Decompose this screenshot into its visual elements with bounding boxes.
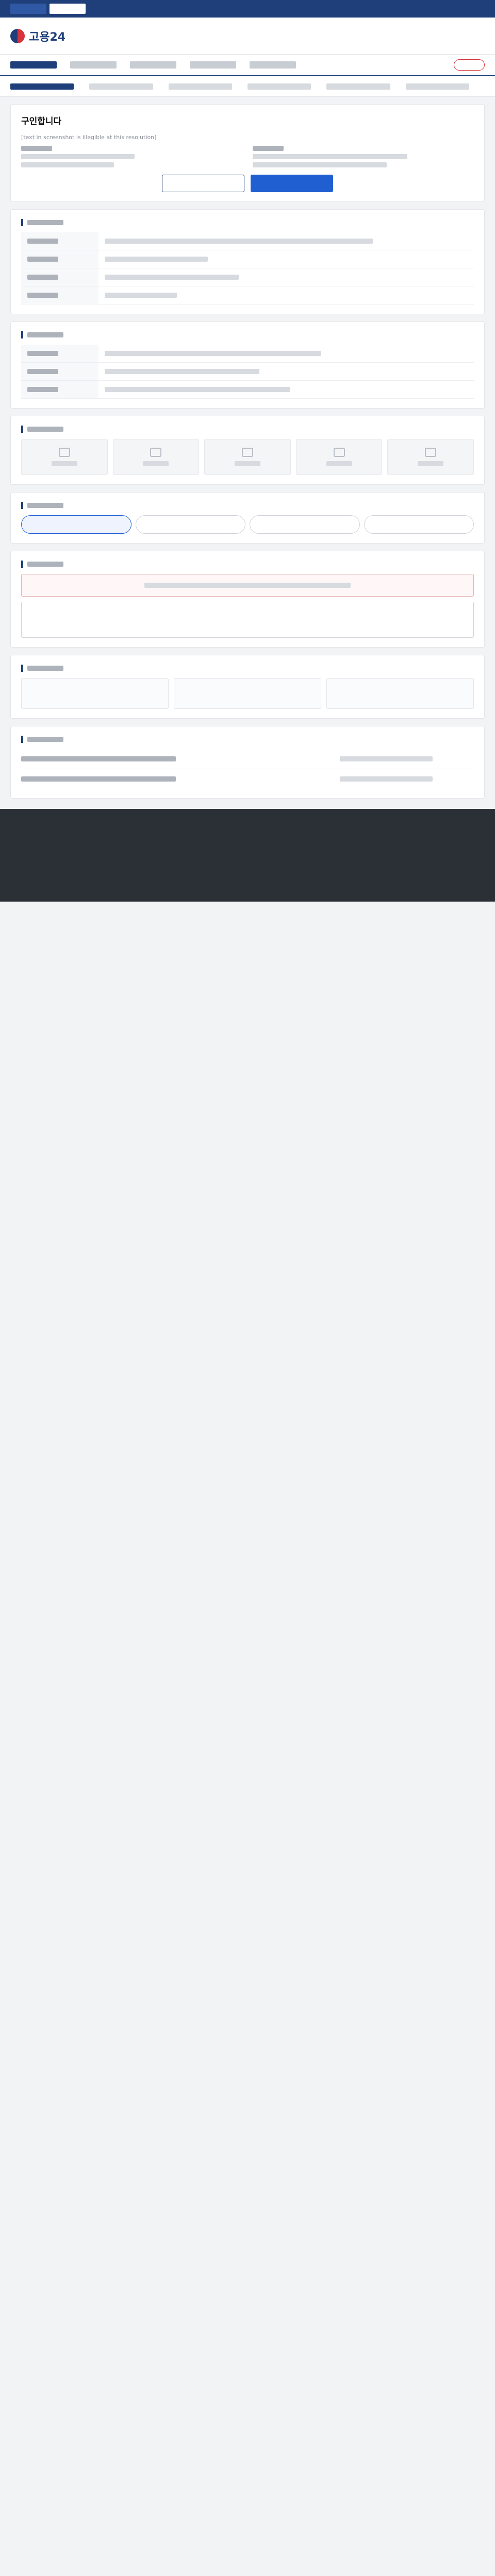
- sub-tab[interactable]: [168, 83, 232, 90]
- apply-button[interactable]: [251, 175, 333, 192]
- conditions-section: [10, 321, 485, 409]
- application-step: [364, 515, 474, 534]
- unreadable-note: [text in screenshot is illegible at this…: [21, 134, 157, 141]
- welfare-item: [204, 439, 291, 475]
- gnb-item[interactable]: [70, 61, 117, 69]
- contact-section: [10, 551, 485, 648]
- gnb-item[interactable]: [250, 61, 296, 69]
- welfare-icon: [58, 448, 70, 457]
- sub-tab-bar: [0, 76, 495, 97]
- utility-tab-active[interactable]: [50, 4, 86, 14]
- sub-tab[interactable]: [89, 83, 153, 90]
- stats-section: [10, 655, 485, 719]
- scrap-button[interactable]: [162, 175, 244, 192]
- welfare-icon: [150, 448, 162, 457]
- inquiry-textarea[interactable]: [21, 602, 474, 638]
- gnb-item[interactable]: [190, 61, 236, 69]
- gnb-action-button[interactable]: [454, 59, 485, 71]
- welfare-item: [21, 439, 108, 475]
- notice-box: [21, 574, 474, 597]
- welfare-icon: [241, 448, 253, 457]
- sub-tab[interactable]: [10, 83, 74, 90]
- sub-tab[interactable]: [326, 83, 390, 90]
- main-navigation: [0, 55, 495, 76]
- gnb-item[interactable]: [10, 61, 57, 69]
- list-item[interactable]: [21, 769, 474, 789]
- welfare-section: [10, 416, 485, 485]
- sub-tab[interactable]: [405, 83, 469, 90]
- site-footer: [0, 809, 495, 902]
- welfare-item: [295, 439, 383, 475]
- related-jobs-section: [10, 726, 485, 799]
- recruitment-section: [10, 209, 485, 314]
- stat-box: [326, 678, 474, 709]
- utility-tab[interactable]: [10, 4, 46, 14]
- welfare-item: [387, 439, 474, 475]
- job-title: 구인합니다: [21, 116, 62, 127]
- gnb-item[interactable]: [130, 61, 176, 69]
- job-summary-card: 구인합니다 [text in screenshot is illegible a…: [10, 104, 485, 202]
- application-step: [21, 515, 131, 534]
- welfare-item: [112, 439, 200, 475]
- list-item[interactable]: [21, 749, 474, 769]
- utility-bar: [0, 0, 495, 18]
- emblem-icon: [10, 28, 25, 43]
- stat-box: [174, 678, 321, 709]
- welfare-icon: [333, 448, 345, 457]
- site-header: 고용24: [0, 18, 495, 55]
- welfare-icon: [425, 448, 437, 457]
- application-step: [135, 515, 245, 534]
- sub-tab[interactable]: [247, 83, 311, 90]
- site-logo[interactable]: 고용24: [10, 28, 65, 44]
- stat-box: [21, 678, 169, 709]
- application-steps-section: [10, 492, 485, 544]
- logo-text: 고용24: [29, 30, 66, 44]
- application-step: [250, 515, 360, 534]
